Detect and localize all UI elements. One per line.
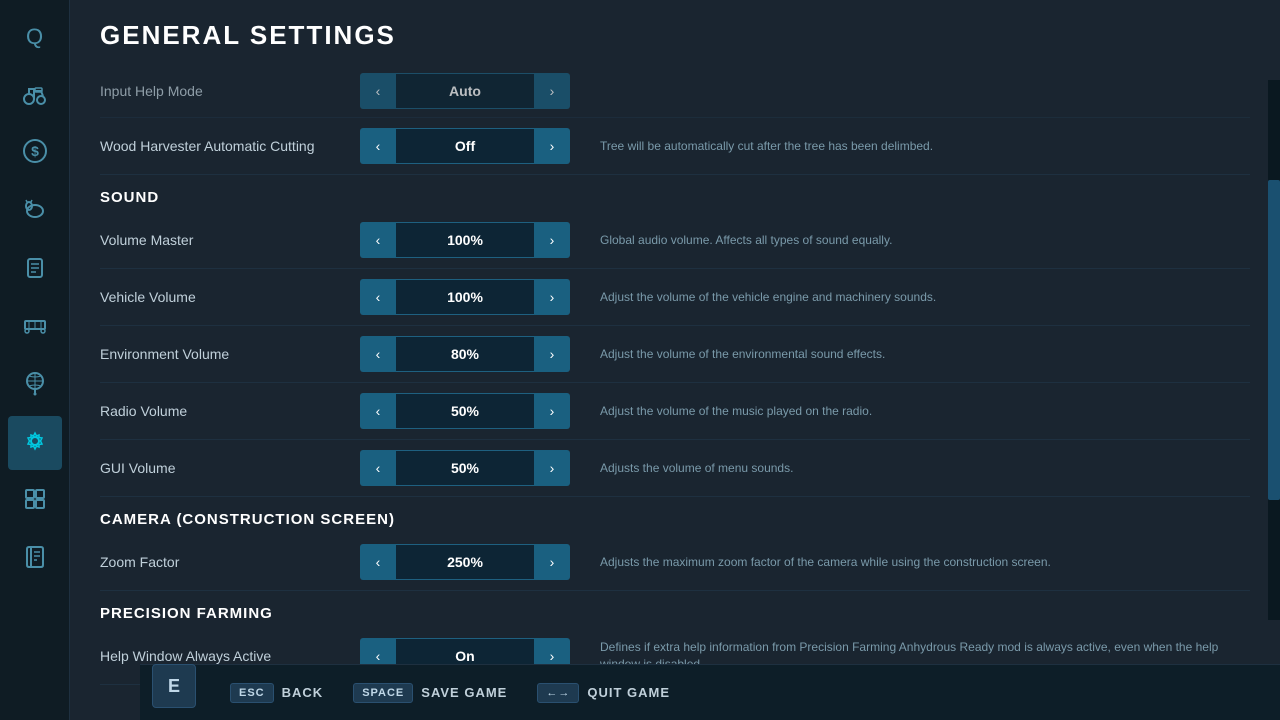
wood-harvester-next-btn[interactable]: › (534, 128, 570, 164)
save-game-button[interactable]: SPACE SAVE GAME (353, 683, 507, 703)
scrollbar-track (1268, 80, 1280, 620)
scrollbar-thumb[interactable] (1268, 180, 1280, 500)
gui-volume-label: GUI Volume (100, 460, 360, 476)
main-content: GENERAL SETTINGS Input Help Mode ‹ Auto … (70, 0, 1280, 720)
settings-scroll[interactable]: Input Help Mode ‹ Auto › Wood Harvester … (100, 65, 1260, 720)
gui-volume-control: ‹ 50% › (360, 450, 570, 486)
radio-volume-next-btn[interactable]: › (534, 393, 570, 429)
environment-volume-value: 80% (396, 336, 534, 372)
book-icon (21, 543, 49, 575)
zoom-factor-next-btn[interactable]: › (534, 544, 570, 580)
cutoff-value: Auto (396, 73, 534, 109)
volume-master-label: Volume Master (100, 232, 360, 248)
vehicle-volume-desc: Adjust the volume of the vehicle engine … (570, 289, 1250, 306)
zoom-factor-value: 250% (396, 544, 534, 580)
radio-volume-label: Radio Volume (100, 403, 360, 419)
conveyor-icon (21, 311, 49, 343)
vehicle-volume-label: Vehicle Volume (100, 289, 360, 305)
gear-icon (21, 427, 49, 459)
volume-master-control: ‹ 100% › (360, 222, 570, 258)
back-label: BACK (282, 685, 324, 700)
setting-row-vehicle-volume: Vehicle Volume ‹ 100% › Adjust the volum… (100, 269, 1250, 326)
environment-volume-next-btn[interactable]: › (534, 336, 570, 372)
quit-game-button[interactable]: ←→ QUIT GAME (537, 683, 670, 703)
gui-volume-next-btn[interactable]: › (534, 450, 570, 486)
dollar-icon: $ (21, 137, 49, 169)
setting-row-wood-harvester: Wood Harvester Automatic Cutting ‹ Off ›… (100, 118, 1250, 175)
sidebar-item-q[interactable]: Q (8, 10, 62, 64)
arrow-key-badge: ←→ (537, 683, 579, 703)
wood-harvester-prev-btn[interactable]: ‹ (360, 128, 396, 164)
zoom-factor-control: ‹ 250% › (360, 544, 570, 580)
vehicle-volume-prev-btn[interactable]: ‹ (360, 279, 396, 315)
wood-harvester-label: Wood Harvester Automatic Cutting (100, 138, 360, 154)
tractor-icon (21, 79, 49, 111)
setting-row-volume-master: Volume Master ‹ 100% › Global audio volu… (100, 212, 1250, 269)
setting-row-gui-volume: GUI Volume ‹ 50% › Adjusts the volume of… (100, 440, 1250, 497)
sidebar-item-money[interactable]: $ (8, 126, 62, 180)
e-button[interactable]: E (152, 664, 196, 708)
wood-harvester-desc: Tree will be automatically cut after the… (570, 138, 1250, 155)
space-key-badge: SPACE (353, 683, 413, 703)
help-window-label: Help Window Always Active (100, 648, 360, 664)
vehicle-volume-value: 100% (396, 279, 534, 315)
gui-volume-desc: Adjusts the volume of menu sounds. (570, 460, 1250, 477)
wood-harvester-value: Off (396, 128, 534, 164)
volume-master-desc: Global audio volume. Affects all types o… (570, 232, 1250, 249)
wood-harvester-control: ‹ Off › (360, 128, 570, 164)
save-label: SAVE GAME (421, 685, 507, 700)
setting-row-zoom-factor: Zoom Factor ‹ 250% › Adjusts the maximum… (100, 534, 1250, 591)
zoom-factor-prev-btn[interactable]: ‹ (360, 544, 396, 580)
radio-volume-desc: Adjust the volume of the music played on… (570, 403, 1250, 420)
vehicle-volume-control: ‹ 100% › (360, 279, 570, 315)
sidebar: Q $ (0, 0, 70, 720)
bottom-bar: E ESC BACK SPACE SAVE GAME ←→ QUIT GAME (140, 664, 1280, 720)
sidebar-item-animals[interactable] (8, 184, 62, 238)
modules-icon (21, 485, 49, 517)
radio-volume-control: ‹ 50% › (360, 393, 570, 429)
environment-volume-control: ‹ 80% › (360, 336, 570, 372)
back-button[interactable]: ESC BACK (230, 683, 323, 703)
radio-volume-value: 50% (396, 393, 534, 429)
q-icon: Q (26, 26, 43, 48)
environment-volume-desc: Adjust the volume of the environmental s… (570, 346, 1250, 363)
precision-section-header: PRECISION FARMING (100, 591, 1250, 628)
gui-volume-prev-btn[interactable]: ‹ (360, 450, 396, 486)
sidebar-item-map[interactable] (8, 358, 62, 412)
setting-row-environment-volume: Environment Volume ‹ 80% › Adjust the vo… (100, 326, 1250, 383)
map-icon (21, 369, 49, 401)
volume-master-next-btn[interactable]: › (534, 222, 570, 258)
cutoff-control: ‹ Auto › (360, 73, 570, 109)
zoom-factor-desc: Adjusts the maximum zoom factor of the c… (570, 554, 1250, 571)
zoom-factor-label: Zoom Factor (100, 554, 360, 570)
vehicle-volume-next-btn[interactable]: › (534, 279, 570, 315)
svg-text:$: $ (31, 143, 39, 159)
sidebar-item-settings[interactable] (8, 416, 62, 470)
environment-volume-prev-btn[interactable]: ‹ (360, 336, 396, 372)
volume-master-prev-btn[interactable]: ‹ (360, 222, 396, 258)
cutoff-label: Input Help Mode (100, 83, 360, 99)
animals-icon (21, 195, 49, 227)
cutoff-row: Input Help Mode ‹ Auto › (100, 65, 1250, 118)
papers-icon (21, 253, 49, 285)
cutoff-prev-btn[interactable]: ‹ (360, 73, 396, 109)
sidebar-item-conveyor[interactable] (8, 300, 62, 354)
sidebar-item-modules[interactable] (8, 474, 62, 528)
settings-area: Input Help Mode ‹ Auto › Wood Harvester … (100, 65, 1280, 720)
sound-section-header: SOUND (100, 175, 1250, 212)
camera-section-header: CAMERA (CONSTRUCTION SCREEN) (100, 497, 1250, 534)
gui-volume-value: 50% (396, 450, 534, 486)
sidebar-item-papers[interactable] (8, 242, 62, 296)
radio-volume-prev-btn[interactable]: ‹ (360, 393, 396, 429)
sidebar-item-tractor[interactable] (8, 68, 62, 122)
setting-row-radio-volume: Radio Volume ‹ 50% › Adjust the volume o… (100, 383, 1250, 440)
environment-volume-label: Environment Volume (100, 346, 360, 362)
quit-label: QUIT GAME (587, 685, 670, 700)
sidebar-item-book[interactable] (8, 532, 62, 586)
cutoff-next-btn[interactable]: › (534, 73, 570, 109)
page-title: GENERAL SETTINGS (100, 20, 1280, 51)
volume-master-value: 100% (396, 222, 534, 258)
esc-key-badge: ESC (230, 683, 274, 703)
